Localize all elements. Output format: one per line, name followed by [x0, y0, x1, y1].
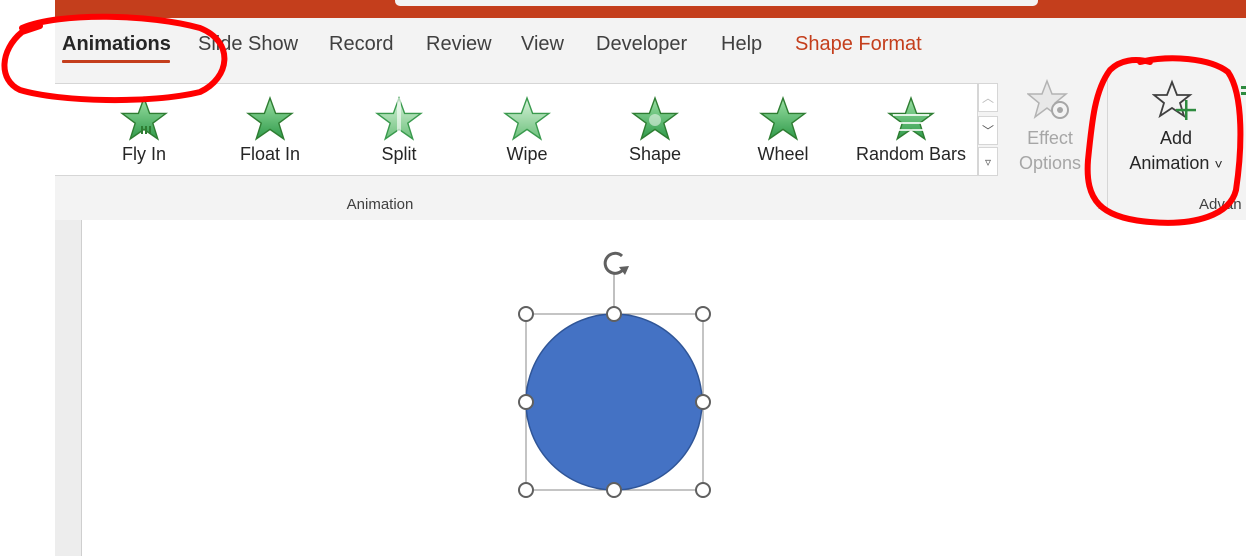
resize-handle[interactable]	[518, 306, 534, 322]
resize-handle[interactable]	[606, 482, 622, 498]
resize-handle[interactable]	[518, 482, 534, 498]
resize-handle[interactable]	[695, 394, 711, 410]
resize-handle[interactable]	[606, 306, 622, 322]
rotation-handle[interactable]	[603, 251, 629, 313]
resize-handle[interactable]	[695, 482, 711, 498]
blue-circle-shape[interactable]	[525, 313, 703, 491]
selected-shape-layer	[518, 251, 711, 498]
resize-handle[interactable]	[695, 306, 711, 322]
resize-handle[interactable]	[518, 394, 534, 410]
